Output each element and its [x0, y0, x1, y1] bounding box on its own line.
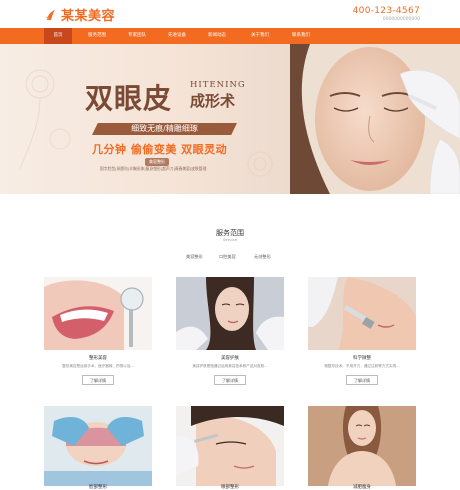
flower-decoration-icon — [247, 151, 273, 177]
nav-item-news[interactable]: 新闻动态 — [200, 28, 234, 44]
services-subtitle: Service — [222, 237, 238, 242]
card-title: 整形美容 — [89, 356, 107, 361]
card-title: 美容护肤 — [221, 356, 239, 361]
service-card[interactable]: 脸部整形 — [44, 406, 152, 490]
card-image-microneedle — [308, 277, 416, 350]
hero-ribbon: 细致无痕/精雕细琢 — [92, 123, 237, 135]
nav-item-services[interactable]: 服务范围 — [80, 28, 114, 44]
service-card[interactable]: 眼部整形 — [176, 406, 284, 490]
site-header: 某某美容 400-123-4567 0000000000000 — [0, 0, 460, 28]
card-image-eye-surgery — [176, 406, 284, 486]
main-nav: 首页 服务范围 专家团队 先进设备 新闻动态 关于我们 联系我们 — [0, 28, 460, 44]
service-card[interactable]: 科学微整 微整形技术，不用开刀，通过注射等方式实现... 了解详情 — [308, 277, 416, 392]
phone-subtext: 0000000000000 — [382, 17, 420, 22]
service-card[interactable]: 美容护肤 美容护肤是指通过运用美容技术和产品对皮肤... 了解详情 — [176, 277, 284, 392]
service-card[interactable]: 整形美容 整形美容是运用手术、医疗器械、药物以及... 了解详情 — [44, 277, 152, 392]
logo-text: 某某美容 — [61, 9, 116, 24]
hero-tag: 美容整形 — [145, 158, 169, 166]
learn-more-button[interactable]: 了解详情 — [82, 375, 114, 385]
nav-item-home[interactable]: 首页 — [44, 28, 72, 44]
card-image-facial — [44, 406, 152, 486]
hero-banner[interactable]: 双眼皮 HITENING 成形术 细致无痕/精雕细琢 几分钟 偷偷变美 双眼灵动… — [0, 44, 460, 194]
card-description: 整形美容是运用手术、医疗器械、药物以及... — [62, 364, 134, 368]
nav-item-equipment[interactable]: 先进设备 — [160, 28, 194, 44]
nav-item-about[interactable]: 关于我们 — [243, 28, 277, 44]
service-card[interactable]: 减肥瘦身 — [308, 406, 416, 490]
hero-title: 双眼皮 — [85, 82, 173, 115]
tab-noninvasive[interactable]: 无创整形 — [254, 254, 271, 260]
tab-cosmetic-surgery[interactable]: 美容整形 — [186, 254, 203, 260]
card-title: 科学微整 — [353, 356, 371, 361]
card-title: 脸部整形 — [89, 485, 107, 490]
card-title: 减肥瘦身 — [353, 485, 371, 490]
card-title: 眼部整形 — [221, 485, 239, 490]
card-description: 美容护肤是指通过运用美容技术和产品对皮肤... — [192, 364, 268, 368]
phone-number: 400-123-4567 — [352, 6, 420, 16]
hero-subtitle: 成形术 — [190, 92, 236, 110]
services-tabs: 美容整形 口腔美容 无创整形 — [0, 254, 460, 262]
logo[interactable]: 某某美容 — [44, 5, 115, 24]
card-image-teeth — [44, 277, 152, 350]
hero-description: 国字脸型|鼻唇沟|丰胸形体|瘦身塑形|超声刀|青春美容|皮肤管理 — [100, 166, 207, 171]
hero-slogan: 几分钟 偷偷变美 双眼灵动 — [92, 143, 228, 156]
flower-decoration-icon — [19, 69, 71, 170]
phone-block: 400-123-4567 0000000000000 — [353, 6, 420, 22]
logo-flower-icon — [46, 9, 55, 20]
learn-more-button[interactable]: 了解详情 — [214, 375, 246, 385]
hero-face-image — [290, 44, 460, 194]
tab-dental[interactable]: 口腔美容 — [219, 254, 236, 260]
card-image-skincare — [176, 277, 284, 350]
nav-item-contact[interactable]: 联系我们 — [284, 28, 318, 44]
learn-more-button[interactable]: 了解详情 — [346, 375, 378, 385]
card-image-body — [308, 406, 416, 486]
hero-english-title: HITENING — [190, 80, 246, 90]
card-description: 微整形技术，不用开刀，通过注射等方式实现... — [324, 364, 400, 368]
nav-item-experts[interactable]: 专家团队 — [120, 28, 154, 44]
